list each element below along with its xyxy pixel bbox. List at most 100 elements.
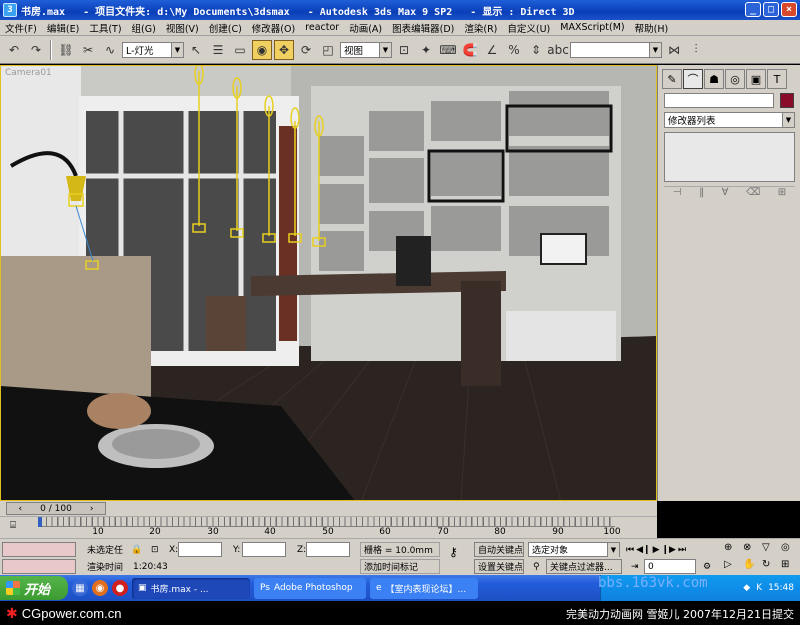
viewport-label[interactable]: Camera01 xyxy=(5,68,52,78)
align-icon[interactable]: ⫶ xyxy=(686,40,706,60)
prev-key-icon[interactable]: ◀❙ xyxy=(636,545,650,555)
key-filter-dropdown[interactable]: 选定对象 ▼ xyxy=(528,542,620,557)
set-key-button[interactable]: 设置关键点 xyxy=(474,559,524,574)
menu-group[interactable]: 组(G) xyxy=(127,21,161,35)
roll-icon[interactable]: ↻ xyxy=(762,559,780,575)
redo-icon[interactable]: ↷ xyxy=(26,40,46,60)
menu-animation[interactable]: 动画(A) xyxy=(344,21,387,35)
auto-key-button[interactable]: 自动关键点 xyxy=(474,542,524,557)
current-frame-field[interactable]: 0 xyxy=(644,559,696,574)
app-icon[interactable]: 3 xyxy=(3,3,17,17)
key-mode-icon[interactable]: ⚷ xyxy=(446,544,468,559)
next-key-icon[interactable]: ❙▶ xyxy=(662,545,676,555)
create-icon[interactable]: ✎ xyxy=(662,69,682,89)
menu-help[interactable]: 帮助(H) xyxy=(630,21,674,35)
task-forum[interactable]: e 【室内表现论坛】... xyxy=(370,577,478,599)
motion-icon[interactable]: ◎ xyxy=(725,69,745,89)
select-scale-icon[interactable]: ◰ xyxy=(318,40,338,60)
maximize-button[interactable]: □ xyxy=(763,2,779,17)
keyboard-shortcut-icon[interactable]: ⌨ xyxy=(438,40,458,60)
object-color-swatch[interactable] xyxy=(780,93,794,108)
orbit-icon[interactable]: ◎ xyxy=(781,542,799,558)
modifier-list-dropdown[interactable]: 修改器列表 ▼ xyxy=(664,112,795,128)
ref-coord-dropdown[interactable]: 视图 ▼ xyxy=(340,41,392,58)
menu-maxscript[interactable]: MAXScript(M) xyxy=(555,22,629,33)
key-filters-button[interactable]: 关键点过滤器... xyxy=(546,559,622,574)
tray-icon[interactable]: K xyxy=(756,583,762,593)
menu-edit[interactable]: 编辑(E) xyxy=(42,21,84,35)
menu-file[interactable]: 文件(F) xyxy=(0,21,42,35)
hierarchy-icon[interactable]: ☗ xyxy=(704,69,724,89)
goto-start-icon[interactable]: ⏮ xyxy=(626,545,634,555)
region-select-icon[interactable]: ▭ xyxy=(230,40,250,60)
configure-sets-icon[interactable]: ⊞ xyxy=(778,187,786,200)
snap-toggle-icon[interactable]: 🧲 xyxy=(460,40,480,60)
pan-icon[interactable]: ✋ xyxy=(743,559,761,575)
key-mode-toggle-icon[interactable]: ⇥ xyxy=(628,559,642,574)
lock-selection-icon[interactable]: 🔒 xyxy=(128,542,144,557)
maxscript-listener[interactable] xyxy=(2,542,76,557)
bind-space-warp-icon[interactable]: ∿ xyxy=(100,40,120,60)
minimize-button[interactable]: _ xyxy=(745,2,761,17)
undo-icon[interactable]: ↶ xyxy=(4,40,24,60)
make-unique-icon[interactable]: ∀ xyxy=(722,187,729,200)
select-object-icon[interactable]: ↖ xyxy=(186,40,206,60)
select-by-name-icon[interactable]: ☰ xyxy=(208,40,228,60)
menu-tools[interactable]: 工具(T) xyxy=(84,21,126,35)
x-coord-field[interactable] xyxy=(178,542,222,557)
track-bar[interactable]: ⌸ 10 20 30 40 50 60 70 80 90 100 xyxy=(0,516,657,538)
media-icon[interactable]: ● xyxy=(112,580,128,596)
menu-graph-editors[interactable]: 图表编辑器(D) xyxy=(387,21,459,35)
named-selection-dropdown[interactable]: ▼ xyxy=(570,41,662,58)
goto-end-icon[interactable]: ⏭ xyxy=(678,545,686,555)
menu-modifiers[interactable]: 修改器(O) xyxy=(247,21,300,35)
tray-icon[interactable]: ◆ xyxy=(743,583,750,593)
display-icon[interactable]: ▣ xyxy=(746,69,766,89)
task-photoshop[interactable]: Ps Adobe Photoshop xyxy=(254,577,366,599)
play-icon[interactable]: ▶ xyxy=(653,545,660,555)
menu-views[interactable]: 视图(V) xyxy=(161,21,204,35)
zoom-all-icon[interactable]: ⊗ xyxy=(743,542,761,558)
desktop-icon[interactable]: ▦ xyxy=(72,580,88,596)
browser-icon[interactable]: ◉ xyxy=(92,580,108,596)
absolute-mode-icon[interactable]: ⊡ xyxy=(148,542,166,557)
menu-reactor[interactable]: reactor xyxy=(300,22,344,33)
maximize-viewport-icon[interactable]: ⊞ xyxy=(781,559,799,575)
edit-named-selection-icon[interactable]: abc xyxy=(547,40,569,60)
window-crossing-icon[interactable]: ◉ xyxy=(252,39,272,60)
zoom-icon[interactable]: ⊕ xyxy=(724,542,742,558)
close-button[interactable]: × xyxy=(781,2,797,17)
link-icon[interactable]: ⛓ xyxy=(56,40,76,60)
object-name-field[interactable] xyxy=(664,93,774,108)
prev-frame-icon[interactable]: ‹ xyxy=(19,504,23,514)
select-manipulate-icon[interactable]: ✦ xyxy=(416,40,436,60)
key-filter-icon[interactable]: ⚲ xyxy=(530,559,544,574)
utilities-icon[interactable]: T xyxy=(767,69,787,89)
selection-filter-dropdown[interactable]: L-灯光 ▼ xyxy=(122,41,184,58)
remove-modifier-icon[interactable]: ⌫ xyxy=(746,187,760,200)
menu-create[interactable]: 创建(C) xyxy=(204,21,247,35)
camera-viewport[interactable]: Camera01 xyxy=(0,65,657,501)
menu-customize[interactable]: 自定义(U) xyxy=(502,21,555,35)
task-3dsmax[interactable]: ▣ 书房.max - ... xyxy=(132,577,250,599)
spinner-snap-icon[interactable]: ⇕ xyxy=(526,40,546,60)
maxscript-output[interactable] xyxy=(2,559,76,574)
angle-snap-icon[interactable]: ∠ xyxy=(482,40,502,60)
time-config-icon[interactable]: ⚙ xyxy=(700,559,714,574)
z-coord-field[interactable] xyxy=(306,542,350,557)
add-time-tag[interactable]: 添加时间标记 xyxy=(360,559,440,574)
dolly-icon[interactable]: ▷ xyxy=(724,559,742,575)
modify-icon[interactable]: ⌒ xyxy=(683,69,703,89)
y-coord-field[interactable] xyxy=(242,542,286,557)
menu-rendering[interactable]: 渲染(R) xyxy=(459,21,502,35)
pivot-center-icon[interactable]: ⊡ xyxy=(394,40,414,60)
time-slider-thumb[interactable]: ‹ 0 / 100 › xyxy=(6,502,106,515)
pin-stack-icon[interactable]: ⊣ xyxy=(673,187,682,200)
time-slider[interactable]: ‹ 0 / 100 › xyxy=(0,501,657,516)
mirror-icon[interactable]: ⋈ xyxy=(664,40,684,60)
show-end-result-icon[interactable]: ‖ xyxy=(699,187,704,200)
select-move-icon[interactable]: ✥ xyxy=(274,39,294,60)
field-of-view-icon[interactable]: ▽ xyxy=(762,542,780,558)
unlink-icon[interactable]: ✂ xyxy=(78,40,98,60)
modifier-stack[interactable] xyxy=(664,132,795,182)
